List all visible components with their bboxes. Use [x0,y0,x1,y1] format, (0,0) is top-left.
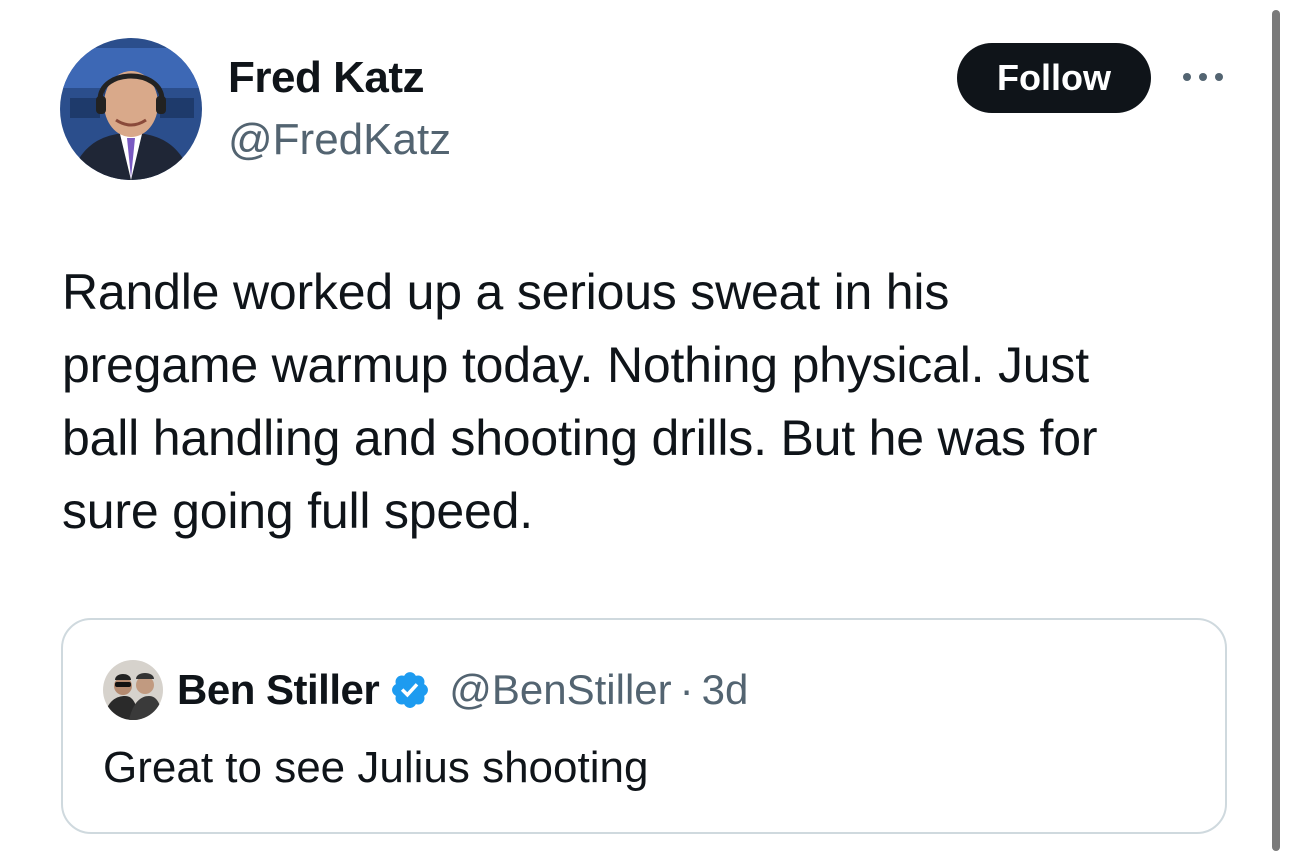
quoted-tweet-card[interactable]: Ben Stiller @BenStiller · 3d Great to se… [61,618,1227,834]
tweet-text: Randle worked up a serious sweat in his … [62,264,1098,539]
verified-badge-icon [389,669,431,711]
quoted-author-handle[interactable]: @BenStiller [449,666,671,714]
author-name[interactable]: Fred Katz [228,52,424,104]
avatar-photo [60,38,202,180]
author-handle[interactable]: @FredKatz [228,114,451,166]
quoted-author-name[interactable]: Ben Stiller [177,666,380,714]
more-options-icon[interactable] [1178,62,1228,92]
quoted-tweet-separator: · [679,666,694,713]
scrollbar[interactable] [1272,10,1280,851]
quoted-avatar-photo [103,660,163,720]
quoted-tweet-text: Great to see Julius shooting [103,743,649,792]
quoted-tweet-header: Ben Stiller @BenStiller · 3d [177,660,748,720]
follow-button[interactable]: Follow [957,43,1151,113]
quoted-tweet-timestamp[interactable]: 3d [702,666,749,714]
author-avatar[interactable] [60,38,202,180]
quoted-author-avatar[interactable] [103,660,163,720]
